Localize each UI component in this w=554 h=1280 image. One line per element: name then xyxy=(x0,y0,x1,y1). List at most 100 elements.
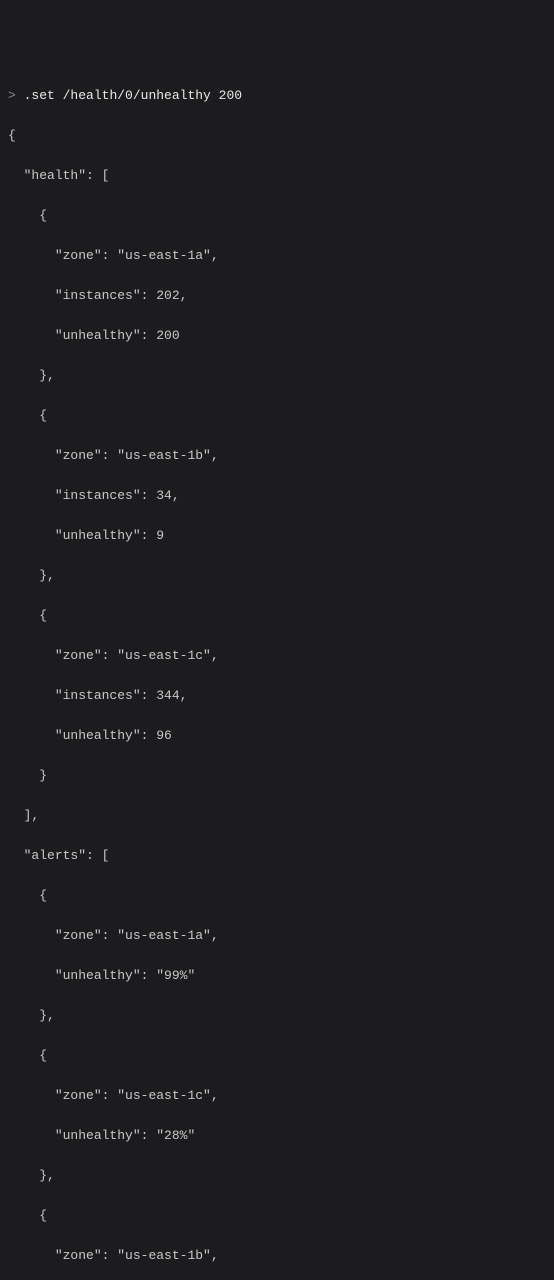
brace-open: { xyxy=(39,1208,47,1223)
json-output: "zone": "us-east-1c", xyxy=(8,1086,546,1106)
brace-close: } xyxy=(39,768,47,783)
colon: : xyxy=(102,1088,118,1103)
json-output: }, xyxy=(8,1166,546,1186)
bracket-close: ] xyxy=(24,808,32,823)
colon: : xyxy=(102,248,118,263)
json-output: "health": [ xyxy=(8,166,546,186)
json-output: ], xyxy=(8,806,546,826)
colon: : xyxy=(86,848,102,863)
key-zone: "zone" xyxy=(55,648,102,663)
json-output: } xyxy=(8,766,546,786)
val-zone: "us-east-1a" xyxy=(117,248,211,263)
key-zone: "zone" xyxy=(55,1248,102,1263)
colon: : xyxy=(102,648,118,663)
json-output: { xyxy=(8,1046,546,1066)
json-output: "unhealthy": 96 xyxy=(8,726,546,746)
comma: , xyxy=(180,688,188,703)
bracket-open: [ xyxy=(102,168,110,183)
key-unhealthy: "unhealthy" xyxy=(55,328,141,343)
colon: : xyxy=(141,488,157,503)
val-unhealthy: "99%" xyxy=(156,968,195,983)
val-zone: "us-east-1b" xyxy=(117,1248,211,1263)
val-unhealthy: "28%" xyxy=(156,1128,195,1143)
json-output: }, xyxy=(8,566,546,586)
json-output: { xyxy=(8,406,546,426)
brace-open: { xyxy=(39,208,47,223)
colon: : xyxy=(141,528,157,543)
colon: : xyxy=(102,448,118,463)
key-zone: "zone" xyxy=(55,928,102,943)
json-output: { xyxy=(8,1206,546,1226)
colon: : xyxy=(141,1128,157,1143)
command-text: .set /health/0/unhealthy 200 xyxy=(24,88,242,103)
json-output: "zone": "us-east-1a", xyxy=(8,926,546,946)
json-output: "unhealthy": 200 xyxy=(8,326,546,346)
comma: , xyxy=(172,488,180,503)
brace-open: { xyxy=(39,608,47,623)
comma: , xyxy=(211,648,219,663)
brace-close: }, xyxy=(39,368,55,383)
comma: , xyxy=(180,288,188,303)
key-health: "health" xyxy=(24,168,86,183)
key-unhealthy: "unhealthy" xyxy=(55,968,141,983)
brace-open: { xyxy=(39,408,47,423)
colon: : xyxy=(141,328,157,343)
key-alerts: "alerts" xyxy=(24,848,86,863)
key-unhealthy: "unhealthy" xyxy=(55,1128,141,1143)
key-instances: "instances" xyxy=(55,488,141,503)
brace-close: }, xyxy=(39,1168,55,1183)
colon: : xyxy=(102,1248,118,1263)
json-output: "unhealthy": 9 xyxy=(8,526,546,546)
colon: : xyxy=(141,688,157,703)
val-zone: "us-east-1c" xyxy=(117,648,211,663)
val-zone: "us-east-1b" xyxy=(117,448,211,463)
colon: : xyxy=(141,288,157,303)
json-output: { xyxy=(8,206,546,226)
brace-close: }, xyxy=(39,568,55,583)
brace-close: }, xyxy=(39,1008,55,1023)
command-line[interactable]: > .set /health/0/unhealthy 200 xyxy=(8,86,546,106)
bracket-open: [ xyxy=(102,848,110,863)
comma: , xyxy=(31,808,39,823)
colon: : xyxy=(141,728,157,743)
key-zone: "zone" xyxy=(55,448,102,463)
key-zone: "zone" xyxy=(55,248,102,263)
json-output: "zone": "us-east-1a", xyxy=(8,246,546,266)
key-instances: "instances" xyxy=(55,688,141,703)
prompt-symbol: > xyxy=(8,88,16,103)
json-output: }, xyxy=(8,366,546,386)
val-instances: 34 xyxy=(156,488,172,503)
json-output: "zone": "us-east-1c", xyxy=(8,646,546,666)
val-instances: 344 xyxy=(156,688,179,703)
json-output: "unhealthy": "28%" xyxy=(8,1126,546,1146)
json-output: }, xyxy=(8,1006,546,1026)
comma: , xyxy=(211,1088,219,1103)
key-unhealthy: "unhealthy" xyxy=(55,528,141,543)
val-unhealthy: 96 xyxy=(156,728,172,743)
json-output: { xyxy=(8,886,546,906)
comma: , xyxy=(211,1248,219,1263)
json-output: "instances": 344, xyxy=(8,686,546,706)
key-zone: "zone" xyxy=(55,1088,102,1103)
val-unhealthy: 9 xyxy=(156,528,164,543)
key-instances: "instances" xyxy=(55,288,141,303)
json-output: { xyxy=(8,126,546,146)
comma: , xyxy=(211,248,219,263)
brace-open: { xyxy=(8,128,16,143)
comma: , xyxy=(211,448,219,463)
colon: : xyxy=(86,168,102,183)
json-output: "alerts": [ xyxy=(8,846,546,866)
key-unhealthy: "unhealthy" xyxy=(55,728,141,743)
json-output: { xyxy=(8,606,546,626)
json-output: "unhealthy": "99%" xyxy=(8,966,546,986)
json-output: "zone": "us-east-1b", xyxy=(8,1246,546,1266)
json-output: "zone": "us-east-1b", xyxy=(8,446,546,466)
colon: : xyxy=(102,928,118,943)
val-instances: 202 xyxy=(156,288,179,303)
comma: , xyxy=(211,928,219,943)
brace-open: { xyxy=(39,1048,47,1063)
json-output: "instances": 34, xyxy=(8,486,546,506)
json-output: "instances": 202, xyxy=(8,286,546,306)
val-zone: "us-east-1c" xyxy=(117,1088,211,1103)
val-unhealthy: 200 xyxy=(156,328,179,343)
